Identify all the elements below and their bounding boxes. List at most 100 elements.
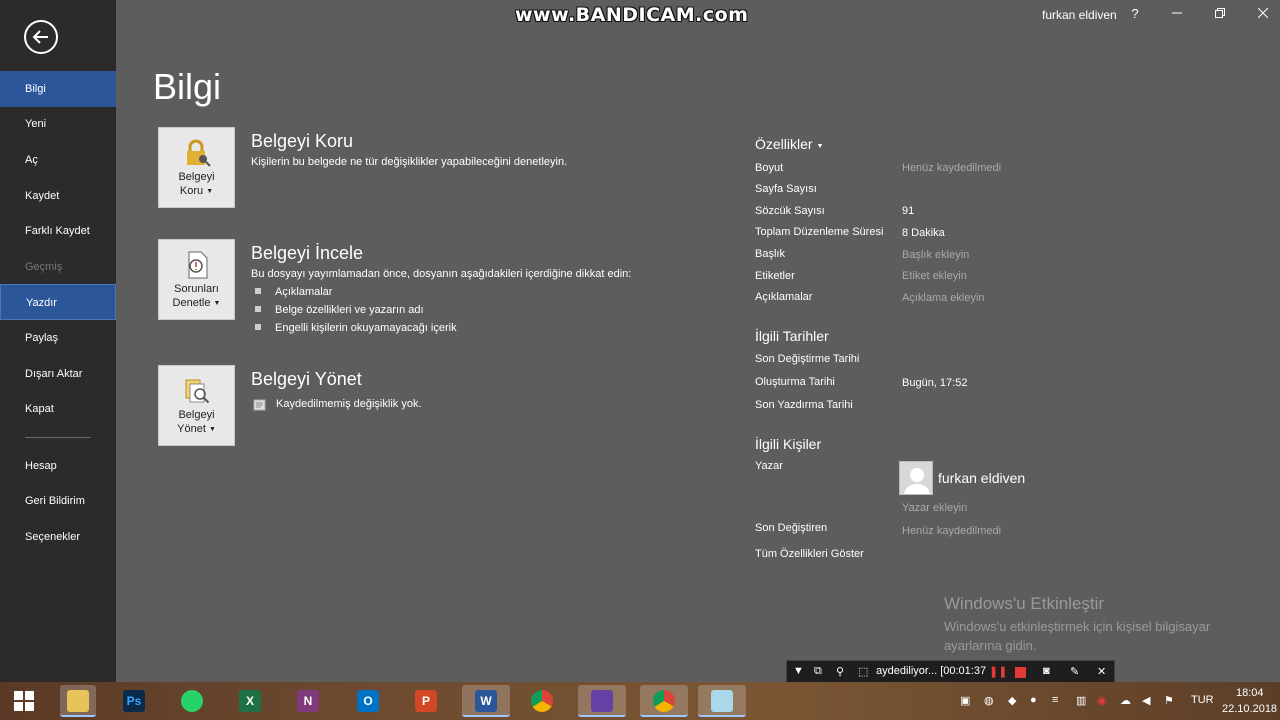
chrome-profile-icon[interactable] bbox=[640, 685, 688, 717]
tray-app2-icon[interactable]: ▥ bbox=[1076, 694, 1086, 707]
help-button[interactable]: ? bbox=[1124, 4, 1146, 24]
clock-time[interactable]: 18:04 bbox=[1236, 687, 1264, 699]
sidebar-item-print[interactable]: Yazdır bbox=[0, 284, 116, 320]
prop-label-comments: Açıklamalar bbox=[755, 291, 813, 303]
manage-section-desc: Kaydedilmemiş değişiklik yok. bbox=[276, 398, 422, 410]
tile-label-line2: Denetle bbox=[172, 297, 211, 309]
dropdown-caret-icon: ▼ bbox=[208, 426, 216, 433]
prop-value-comments-input[interactable]: Açıklama ekleyin bbox=[902, 292, 985, 304]
prop-label-words: Sözcük Sayısı bbox=[755, 205, 825, 217]
twitch-icon[interactable] bbox=[578, 685, 626, 717]
prop-value-size: Henüz kaydedilmedi bbox=[902, 162, 1002, 174]
inspect-bullet: Belge özellikleri ve yazarın adı bbox=[255, 304, 424, 316]
photoshop-icon[interactable]: Ps bbox=[116, 685, 152, 717]
tray-twitch-icon[interactable]: ▣ bbox=[960, 694, 970, 707]
sidebar-item-close[interactable]: Kapat bbox=[0, 391, 116, 427]
page-title: Bilgi bbox=[153, 66, 222, 107]
prop-label-edit-time: Toplam Düzenleme Süresi bbox=[755, 226, 884, 238]
bandicam-watermark: www.BANDICAM.com bbox=[515, 4, 749, 26]
word-icon[interactable]: W bbox=[462, 685, 510, 717]
keyboard-language[interactable]: TUR bbox=[1191, 694, 1214, 706]
sidebar-item-feedback[interactable]: Geri Bildirim bbox=[0, 483, 116, 519]
tile-label-line1: Sorunları bbox=[174, 283, 219, 295]
tray-network-icon[interactable]: ◍ bbox=[984, 694, 994, 707]
sidebar-item-new[interactable]: Yeni bbox=[0, 106, 116, 142]
signed-in-user[interactable]: furkan eldiven bbox=[1042, 8, 1117, 22]
sidebar-item-share[interactable]: Paylaş bbox=[0, 320, 116, 356]
activation-title: Windows'u Etkinleştir bbox=[944, 594, 1105, 613]
inspect-bullet: Engelli kişilerin okuyamayacağı içerik bbox=[255, 322, 457, 334]
notepad-icon[interactable] bbox=[698, 685, 746, 717]
show-all-properties-link[interactable]: Tüm Özellikleri Göster bbox=[755, 548, 864, 560]
prop-label-last-modified: Son Değiştirme Tarihi bbox=[755, 353, 860, 365]
sidebar-item-info[interactable]: Bilgi bbox=[0, 71, 116, 107]
excel-icon[interactable]: X bbox=[232, 685, 268, 717]
tile-label-line2: Koru bbox=[179, 185, 204, 197]
protect-section-title: Belgeyi Koru bbox=[251, 131, 354, 151]
sidebar-item-options[interactable]: Seçenekler bbox=[0, 519, 116, 555]
chevron-down-icon[interactable]: ▼ bbox=[793, 665, 804, 677]
activation-text: Windows'u etkinleştirmek için kişisel bi… bbox=[944, 619, 1211, 653]
powerpoint-icon[interactable]: P bbox=[408, 685, 444, 717]
tray-flag-icon[interactable]: ⚑ bbox=[1164, 694, 1174, 707]
start-windows-icon[interactable] bbox=[6, 685, 42, 717]
window-mode-icon[interactable]: ⧉ bbox=[814, 665, 822, 678]
restore-icon[interactable] bbox=[1209, 4, 1231, 24]
manage-document-button[interactable]: Belgeyi Yönet ▼ bbox=[158, 365, 235, 446]
prop-value-last-modified-by: Henüz kaydedilmedi bbox=[902, 525, 1002, 537]
sidebar-item-history: Geçmiş bbox=[25, 261, 63, 273]
prop-value-words: 91 bbox=[902, 205, 915, 217]
tray-app-icon[interactable]: ◆ bbox=[1008, 694, 1016, 707]
protect-document-button[interactable]: Belgeyi Koru ▼ bbox=[158, 127, 235, 208]
clock-date[interactable]: 22.10.2018 bbox=[1222, 703, 1277, 715]
inspect-section-desc: Bu dosyayı yayımlamadan önce, dosyanın a… bbox=[251, 268, 632, 280]
properties-heading[interactable]: Özellikler ▼ bbox=[755, 136, 823, 152]
tray-volume-icon[interactable]: ◀ bbox=[1142, 694, 1150, 707]
tray-record-icon[interactable]: ◉ bbox=[1097, 694, 1107, 707]
inspect-bullet: Açıklamalar bbox=[255, 286, 332, 298]
sidebar-item-save[interactable]: Kaydet bbox=[0, 178, 116, 214]
minimize-icon[interactable] bbox=[1166, 4, 1188, 24]
recorder-toolbar: ▼ ⧉ ⚲ ⬚ aydediliyor... [00:01:37 ❚❚ ◙ ✎ … bbox=[786, 660, 1115, 683]
file-explorer-icon[interactable] bbox=[60, 685, 96, 717]
prop-label-last-printed: Son Yazdırma Tarihi bbox=[755, 399, 853, 411]
back-arrow-icon[interactable] bbox=[24, 20, 58, 54]
dropdown-caret-icon: ▼ bbox=[816, 143, 824, 150]
search-icon[interactable]: ⚲ bbox=[836, 665, 844, 678]
backstage-sidebar: Bilgi Yeni Aç Kaydet Farklı Kaydet Geçmi… bbox=[0, 0, 116, 682]
document-small-icon bbox=[253, 398, 266, 411]
dropdown-caret-icon: ▼ bbox=[213, 300, 221, 307]
prop-value-tags-input[interactable]: Etiket ekleyin bbox=[902, 270, 967, 282]
recording-status: aydediliyor... [00:01:37 bbox=[876, 665, 987, 677]
close-icon[interactable]: ✕ bbox=[1097, 665, 1106, 678]
camera-icon[interactable]: ◙ bbox=[1043, 665, 1050, 677]
whatsapp-icon[interactable] bbox=[174, 685, 210, 717]
pencil-icon[interactable]: ✎ bbox=[1070, 665, 1079, 678]
prop-label-created: Oluşturma Tarihi bbox=[755, 376, 835, 388]
lock-key-icon bbox=[183, 138, 211, 168]
tray-chrome-icon[interactable]: ● bbox=[1030, 694, 1037, 706]
sidebar-item-account[interactable]: Hesap bbox=[0, 448, 116, 484]
add-author-input[interactable]: Yazar ekleyin bbox=[902, 502, 967, 514]
related-people-heading: İlgili Kişiler bbox=[755, 436, 822, 452]
prop-value-title-input[interactable]: Başlık ekleyin bbox=[902, 249, 969, 261]
region-select-icon[interactable]: ⬚ bbox=[858, 665, 868, 678]
sidebar-item-export[interactable]: Dışarı Aktar bbox=[0, 356, 116, 392]
close-icon[interactable] bbox=[1252, 4, 1274, 24]
prop-label-tags: Etiketler bbox=[755, 270, 795, 282]
sidebar-item-open[interactable]: Aç bbox=[0, 142, 116, 178]
check-for-issues-button[interactable]: Sorunları Denetle ▼ bbox=[158, 239, 235, 320]
chrome-icon[interactable] bbox=[524, 685, 560, 717]
manage-section-title: Belgeyi Yönet bbox=[251, 369, 362, 389]
sidebar-item-save-as[interactable]: Farklı Kaydet bbox=[0, 213, 116, 249]
stop-icon[interactable] bbox=[1015, 667, 1026, 678]
outlook-icon[interactable]: O bbox=[350, 685, 386, 717]
onenote-icon[interactable]: N bbox=[290, 685, 326, 717]
pause-icon[interactable]: ❚❚ bbox=[989, 665, 1007, 678]
author-name[interactable]: furkan eldiven bbox=[938, 470, 1025, 486]
avatar bbox=[899, 461, 933, 495]
protect-section-desc: Kişilerin bu belgede ne tür değişiklikle… bbox=[251, 156, 568, 168]
tray-onedrive-icon[interactable]: ☁ bbox=[1120, 694, 1131, 707]
related-dates-heading: İlgili Tarihler bbox=[755, 328, 829, 344]
tray-notes-icon[interactable]: ≡ bbox=[1052, 694, 1058, 706]
